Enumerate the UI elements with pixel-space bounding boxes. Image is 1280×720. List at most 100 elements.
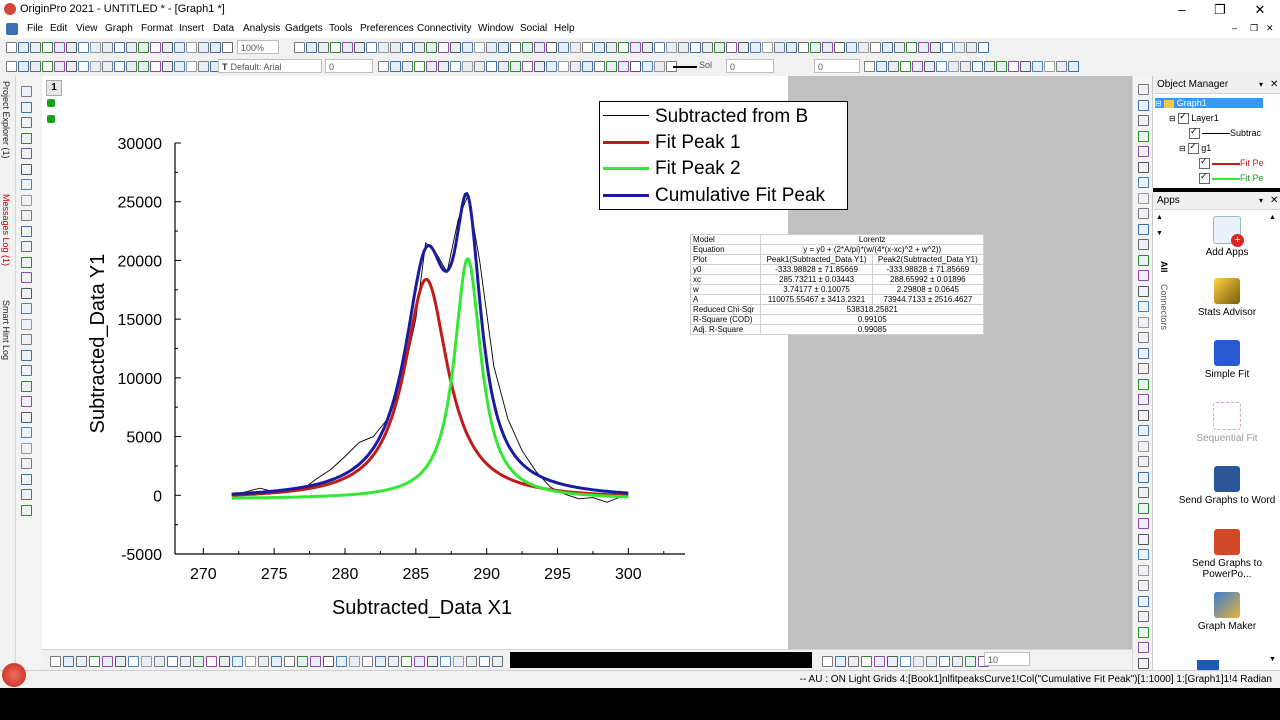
toolbar-button-icon[interactable] [618,42,629,53]
format-button-icon[interactable] [126,61,137,72]
tree-item-layer1[interactable]: ⊟ Layer1 [1169,111,1219,125]
toolbar-button-icon[interactable] [378,42,389,53]
font-size-combo[interactable]: 0 [325,59,373,73]
toolbar-button-icon[interactable] [942,42,953,53]
toolbar-button-icon[interactable] [474,42,485,53]
side-tool-icon[interactable] [1138,518,1149,529]
format-button-icon[interactable] [6,61,17,72]
format-button-icon[interactable] [174,61,185,72]
bottom-tool-icon[interactable] [206,656,217,667]
bottom-tool-icon[interactable] [219,656,230,667]
format-button-icon[interactable] [18,61,29,72]
tree-item-subtracted[interactable]: Subtrac [1189,126,1261,140]
tool-icon[interactable] [21,458,32,469]
bottom-tool-icon[interactable] [362,656,373,667]
tool-icon[interactable] [21,442,32,454]
bottom-tool-icon[interactable] [115,656,126,667]
side-tool-icon[interactable] [1138,564,1149,576]
format-button-icon[interactable] [876,61,887,72]
side-tool-icon[interactable] [1138,378,1149,390]
toolbar-button-icon[interactable] [882,42,893,53]
toolbar-button-icon[interactable] [714,42,725,53]
zoom-combo[interactable]: 100% [237,40,279,54]
bottom-tool-icon[interactable] [900,656,911,667]
tool-icon[interactable] [21,380,32,392]
format-button-icon[interactable] [630,61,641,72]
toolbar-button-icon[interactable] [690,42,701,53]
bottom-tool-icon[interactable] [440,656,451,667]
toolbar-button-icon[interactable] [342,42,353,53]
format-button-icon[interactable] [972,61,983,72]
toolbar-button-icon[interactable] [930,42,941,53]
toolbar-button-icon[interactable] [870,42,881,53]
toolbar-button-icon[interactable] [822,42,833,53]
app-stats-advisor[interactable]: Stats Advisor [1175,278,1279,318]
format-button-icon[interactable] [378,61,389,72]
format-button-icon[interactable] [582,61,593,72]
toolbar-button-icon[interactable] [582,42,593,53]
toolbar-button-icon[interactable] [726,42,737,53]
side-tool-icon[interactable] [1138,223,1149,235]
toolbar-button-icon[interactable] [306,42,317,53]
bottom-tool-icon[interactable] [297,656,308,667]
checkbox-icon[interactable] [1199,156,1210,170]
side-tool-icon[interactable] [1138,208,1149,219]
format-button-icon[interactable] [450,61,461,72]
toolbar-button-icon[interactable] [126,42,137,53]
side-tool-icon[interactable] [1138,533,1149,545]
format-button-icon[interactable] [654,61,665,72]
app-send-graphs-powerpoint[interactable]: Send Graphs to PowerPo... [1175,529,1279,580]
toolbar-button-icon[interactable] [66,42,77,53]
side-tool-icon[interactable] [1138,285,1149,297]
app-simple-fit[interactable]: Simple Fit [1175,340,1279,380]
toolbar-button-icon[interactable] [606,42,617,53]
toolbar-button-icon[interactable] [510,42,521,53]
side-tool-icon[interactable] [1138,440,1149,452]
side-tool-icon[interactable] [1138,146,1149,157]
side-tool-icon[interactable] [1138,456,1149,467]
bottom-tool-icon[interactable] [913,656,924,667]
tool-icon[interactable] [21,473,32,485]
side-tool-icon[interactable] [1138,611,1149,622]
app-graph-maker[interactable]: Graph Maker [1175,592,1279,632]
format-button-icon[interactable] [162,61,173,72]
tool-icon[interactable] [21,334,32,345]
toolbar-button-icon[interactable] [90,42,101,53]
bottom-tool-icon[interactable] [89,656,100,667]
bottom-tool-icon[interactable] [271,656,282,667]
toolbar-button-icon[interactable] [546,42,557,53]
origin-app-icon[interactable] [4,3,16,15]
bottom-tool-icon[interactable] [414,656,425,667]
pattern-combo[interactable]: 0 [814,59,860,73]
format-button-icon[interactable] [1008,61,1019,72]
side-tool-icon[interactable] [1138,394,1149,405]
toolbar-button-icon[interactable] [186,42,197,53]
toolbar-button-icon[interactable] [114,42,125,53]
format-button-icon[interactable] [198,61,209,72]
format-button-icon[interactable] [1068,61,1079,72]
menu-file[interactable]: File [27,23,43,34]
format-button-icon[interactable] [1056,61,1067,72]
side-tool-icon[interactable] [1138,130,1149,142]
bottom-tool-icon[interactable] [180,656,191,667]
side-tool-icon[interactable] [1138,192,1149,204]
format-button-icon[interactable] [1044,61,1055,72]
format-button-icon[interactable] [510,61,521,72]
tool-icon[interactable] [21,86,32,97]
toolbar-button-icon[interactable] [486,42,497,53]
format-button-icon[interactable] [402,61,413,72]
toolbar-button-icon[interactable] [294,42,305,53]
toolbar-button-icon[interactable] [966,42,977,53]
toolbar-button-icon[interactable] [762,42,773,53]
checkbox-icon[interactable] [1188,141,1200,155]
panel-dropdown-icon[interactable]: ▾ [1259,76,1263,93]
toolbar-button-icon[interactable] [654,42,665,53]
app-sequential-fit[interactable]: Sequential Fit [1175,402,1279,444]
format-button-icon[interactable] [438,61,449,72]
toolbar-button-icon[interactable] [558,42,569,53]
side-tool-icon[interactable] [1138,254,1149,266]
toolbar-button-icon[interactable] [522,42,533,53]
format-button-icon[interactable] [54,61,65,72]
bottom-tool-icon[interactable] [952,656,963,667]
font-combo[interactable]: T Default: Arial [218,59,322,73]
